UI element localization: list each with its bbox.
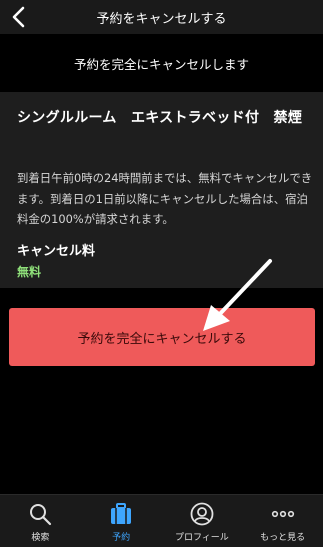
- tab-label: プロフィール: [174, 533, 229, 543]
- cancellation-policy: 到着日午前0時の24時間前までは、無料でキャンセルできます。到着日の1日前以降に…: [17, 171, 313, 226]
- subheader: 予約を完全にキャンセルします: [0, 34, 323, 92]
- cancel-reservation-button[interactable]: 予約を完全にキャンセルする: [9, 308, 315, 366]
- tab-reservations[interactable]: 予約: [81, 495, 162, 547]
- cancellation-fee-value: 無料: [17, 265, 42, 279]
- cancellation-fee-label: キャンセル料: [17, 244, 96, 259]
- top-bar: 予約をキャンセルする: [0, 0, 323, 34]
- page-title: 予約をキャンセルする: [96, 11, 227, 27]
- tab-label: 検索: [31, 533, 50, 543]
- suitcase-icon: [111, 503, 132, 524]
- profile-icon: [190, 502, 214, 526]
- chevron-left-icon: [12, 6, 25, 28]
- back-button[interactable]: [4, 2, 32, 32]
- reservation-card: シングルルーム エキストラベッド付 禁煙 到着日午前0時の24時間前までは、無料…: [0, 92, 323, 288]
- tab-more[interactable]: もっと見る: [242, 495, 323, 547]
- tab-profile[interactable]: プロフィール: [162, 495, 243, 547]
- tab-search[interactable]: 検索: [0, 495, 81, 547]
- room-name: シングルルーム エキストラベッド付 禁煙: [17, 110, 303, 126]
- tab-bar: 検索 予約 プロフィール もっと見る: [0, 494, 323, 547]
- more-icon: [271, 510, 294, 518]
- tab-label: もっと見る: [260, 533, 306, 543]
- tab-label: 予約: [112, 533, 131, 543]
- search-icon: [30, 504, 52, 526]
